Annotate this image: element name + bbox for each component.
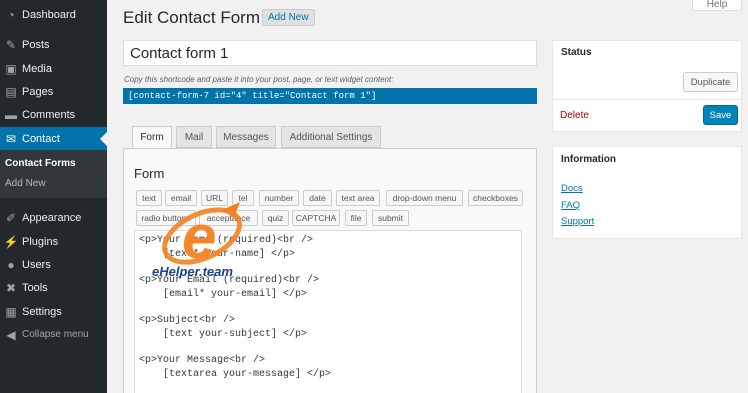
sidebar-item-tools[interactable]: ✖ Tools [0,276,107,299]
sidebar-item-label: Plugins [22,235,59,248]
sidebar-item-posts[interactable]: ✎ Posts [0,33,107,56]
submenu-item-add-new[interactable]: Add New [5,178,46,189]
tag-button-textarea[interactable]: text area [336,190,380,206]
page-title: Edit Contact Form [123,8,260,27]
faq-link[interactable]: FAQ [561,200,580,211]
sidebar-item-users[interactable]: ● Users [0,253,107,276]
sidebar-item-media[interactable]: ▣ Media [0,57,107,80]
tab-form[interactable]: Form [132,126,172,149]
sidebar-item-comments[interactable]: ▬ Comments [0,103,107,126]
sidebar-item-label: Comments [22,108,76,121]
sidebar-item-label: Media [22,62,52,75]
sidebar-item-dashboard[interactable]: ◔ Dashboard [0,3,107,26]
tab-additional-settings[interactable]: Additional Settings [281,126,381,148]
pin-icon: ✎ [5,37,17,52]
page-icon: ▤ [5,84,17,99]
save-button[interactable]: Save [703,105,738,125]
comment-icon: ▬ [5,107,17,122]
tab-mail[interactable]: Mail [176,126,212,148]
contact-submenu: Contact Forms Add New [0,150,107,198]
svg-text:e: e [182,203,216,272]
collapse-icon: ◀ [6,327,16,342]
collapse-menu-button[interactable]: ◀ Collapse menu [0,323,107,346]
sidebar-item-appearance[interactable]: ✐ Appearance [0,206,107,229]
tag-button-quiz[interactable]: quiz [262,210,289,226]
code-line: <p>Your Message<br /> [139,355,266,366]
tag-button-dropdown[interactable]: drop-down menu [386,190,463,206]
collapse-label: Collapse menu [22,329,89,340]
status-title: Status [561,47,592,58]
sidebar-item-settings[interactable]: ▦ Settings [0,300,107,323]
sidebar-item-pages[interactable]: ▤ Pages [0,80,107,103]
add-new-button[interactable]: Add New [262,9,315,26]
sidebar-item-label: Contact [22,132,60,145]
mail-icon: ✉ [5,131,17,146]
tag-button-date[interactable]: date [303,190,332,206]
help-label: Help [706,0,728,10]
settings-icon: ▦ [5,304,17,319]
sidebar-item-label: Settings [22,305,62,318]
duplicate-button[interactable]: Duplicate [683,72,738,92]
code-line: <p>Subject<br /> [139,315,236,326]
shortcode-hint: Copy this shortcode and paste it into yo… [124,75,394,84]
sidebar-item-label: Posts [22,38,50,51]
user-icon: ● [7,257,15,272]
code-line: [textarea your-message] </p> [139,369,332,380]
sidebar-item-plugins[interactable]: ⚡ Plugins [0,230,107,253]
sidebar-item-label: Appearance [22,211,82,224]
form-title-input[interactable]: Contact form 1 [123,40,537,66]
watermark-text: eHelper.team [152,264,233,279]
sidebar-item-label: Users [22,258,51,271]
tag-button-captcha[interactable]: CAPTCHA [292,210,340,226]
tag-button-checkboxes[interactable]: checkboxes [468,190,523,206]
panel-title: Form [134,166,165,181]
shortcode-field[interactable]: [contact-form-7 id="4" title="Contact fo… [123,88,537,104]
brush-icon: ✐ [5,210,17,225]
tag-button-number[interactable]: number [259,190,299,206]
information-title: Information [561,154,616,165]
code-line: [email* your-email] </p> [139,289,308,300]
delete-link[interactable]: Delete [560,110,589,121]
docs-link[interactable]: Docs [561,183,583,194]
tag-button-submit[interactable]: submit [372,210,409,226]
sidebar-item-contact[interactable]: ✉ Contact [0,127,107,150]
sidebar-item-label: Tools [22,281,48,294]
submenu-item-contact-forms[interactable]: Contact Forms [5,158,76,169]
sidebar-item-label: Dashboard [22,8,76,21]
code-line: [text your-subject] </p> [139,329,308,340]
wrench-icon: ✖ [5,280,17,295]
support-link[interactable]: Support [561,216,594,227]
tag-button-file[interactable]: file [345,210,367,226]
dashboard-icon: ◔ [7,7,15,22]
media-icon: ▣ [5,61,17,76]
sidebar-item-label: Pages [22,85,54,98]
admin-sidebar: ◔ Dashboard ✎ Posts ▣ Media ▤ Pages ▬ Co… [0,0,107,393]
status-divider [553,99,741,100]
help-tab[interactable]: Help [692,0,742,11]
plug-icon: ⚡ [3,234,19,249]
tab-messages[interactable]: Messages [216,126,276,148]
